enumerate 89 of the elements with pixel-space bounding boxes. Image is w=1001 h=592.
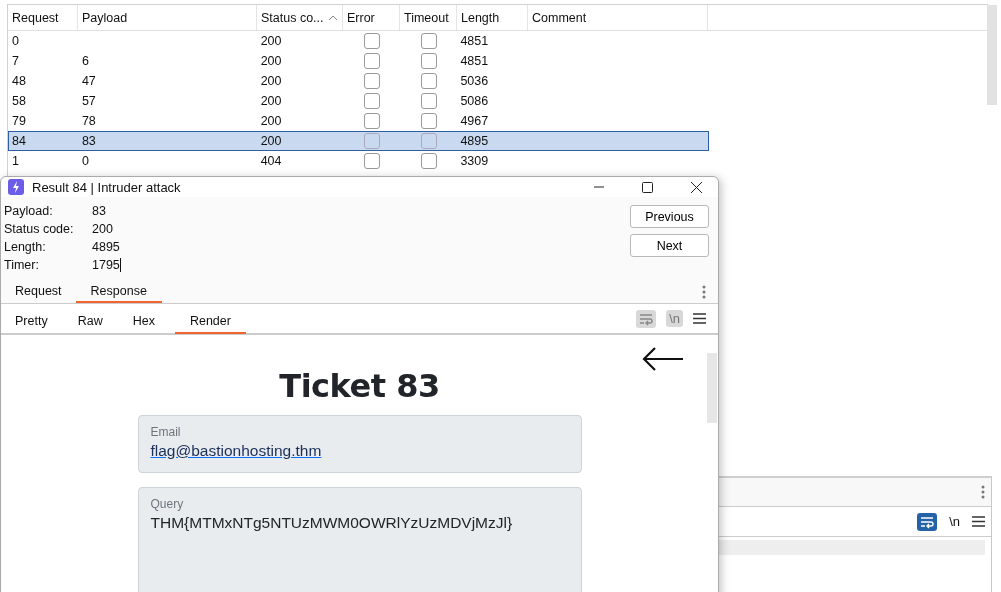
- table-cell: 5086: [460, 94, 489, 108]
- more-options-icon[interactable]: [702, 283, 706, 300]
- column-header[interactable]: Request: [8, 5, 78, 30]
- email-link[interactable]: flag@bastionhosting.thm: [150, 442, 322, 460]
- column-header[interactable]: Comment: [528, 5, 708, 30]
- tab[interactable]: Render: [174, 307, 246, 334]
- table-cell: 4851: [460, 54, 489, 68]
- word-wrap-icon[interactable]: [917, 512, 938, 531]
- table-cell: 1: [12, 154, 19, 168]
- checkbox[interactable]: [420, 53, 437, 69]
- column-header[interactable]: Timeout: [400, 5, 457, 30]
- table-cell: 200: [260, 94, 282, 108]
- field-label: Timer:: [4, 258, 40, 272]
- card-label: Email: [150, 425, 181, 439]
- card-value: THM{MTMxNTg5NTUzMWM0OWRlYzUzMDVjMzJl}: [150, 514, 513, 532]
- field-label: Payload:: [4, 204, 54, 218]
- table-cell: 200: [260, 114, 282, 128]
- table-cell: 78: [81, 114, 96, 128]
- newline-toggle[interactable]: \n: [949, 514, 960, 529]
- more-options-icon[interactable]: [981, 484, 985, 500]
- checkbox[interactable]: [364, 33, 380, 49]
- checkbox[interactable]: [420, 33, 437, 49]
- table-cell: 58: [12, 94, 26, 108]
- sort-caret-icon: [327, 14, 338, 21]
- field-value: 4895: [92, 240, 120, 254]
- close-icon[interactable]: [691, 181, 702, 193]
- table-cell: 404: [260, 154, 282, 168]
- table-cell: 5036: [460, 74, 489, 88]
- table-cell: 200: [260, 54, 282, 68]
- table-cell: 0: [12, 34, 19, 48]
- table-cell: 200: [260, 34, 282, 48]
- nav-button[interactable]: Next: [630, 234, 709, 257]
- table-cell: 200: [260, 134, 282, 148]
- maximize-icon[interactable]: [642, 181, 653, 193]
- tab[interactable]: Raw: [67, 307, 113, 334]
- field-value: 200: [92, 222, 113, 236]
- nav-button[interactable]: Previous: [630, 205, 709, 228]
- table-cell: 6: [81, 54, 89, 68]
- table-row[interactable]: 1 0 404 3309: [8, 151, 709, 171]
- table-cell: 57: [81, 94, 96, 108]
- field-value: 1795: [92, 258, 120, 272]
- back-arrow-icon[interactable]: [641, 345, 685, 373]
- menu-icon[interactable]: [693, 313, 706, 324]
- window-title: Result 84 | Intruder attack: [32, 179, 181, 195]
- checkbox[interactable]: [364, 113, 380, 129]
- table-cell: 48: [12, 74, 26, 88]
- card-label: Query: [150, 497, 184, 511]
- checkbox[interactable]: [364, 73, 380, 89]
- scrollbar-thumb[interactable]: [707, 353, 717, 423]
- checkbox[interactable]: [364, 153, 380, 169]
- table-cell: 4895: [460, 134, 489, 148]
- field-label: Status code:: [4, 222, 75, 236]
- menu-icon[interactable]: [972, 516, 985, 527]
- tab[interactable]: Pretty: [5, 307, 58, 334]
- checkbox[interactable]: [364, 133, 380, 149]
- table-row[interactable]: 48 47 200 5036: [8, 71, 709, 91]
- scrollbar-thumb[interactable]: [987, 5, 997, 105]
- checkbox[interactable]: [420, 133, 437, 149]
- word-wrap-icon[interactable]: [636, 309, 657, 328]
- table-cell: 83: [81, 134, 96, 148]
- field-label: Length:: [4, 240, 47, 254]
- checkbox[interactable]: [364, 53, 380, 69]
- column-header[interactable]: Length: [457, 5, 528, 30]
- page-heading: Ticket 83: [279, 367, 440, 405]
- table-cell: 79: [12, 114, 26, 128]
- table-row[interactable]: 58 57 200 5086: [8, 91, 709, 111]
- checkbox[interactable]: [420, 93, 437, 109]
- table-row[interactable]: 79 78 200 4967: [8, 111, 709, 131]
- table-cell: 47: [81, 74, 96, 88]
- column-header[interactable]: Status co...: [257, 5, 343, 30]
- checkbox[interactable]: [420, 73, 437, 89]
- table-row[interactable]: 0 200 4851: [8, 31, 709, 51]
- field-value: 83: [92, 204, 106, 218]
- column-header[interactable]: Payload: [78, 5, 257, 30]
- table-cell: 4967: [460, 114, 489, 128]
- table-cell: 7: [12, 54, 19, 68]
- table-cell: 200: [260, 74, 282, 88]
- table-cell: 3309: [460, 154, 489, 168]
- table-row[interactable]: 84 83 200 4895: [8, 131, 709, 151]
- tab[interactable]: Request: [5, 280, 72, 303]
- checkbox[interactable]: [364, 93, 380, 109]
- table-cell: 0: [81, 154, 89, 168]
- column-header[interactable]: Error: [343, 5, 400, 30]
- table-cell: 84: [12, 134, 26, 148]
- checkbox[interactable]: [420, 153, 437, 169]
- table-cell: 4851: [460, 34, 489, 48]
- tab[interactable]: Hex: [122, 307, 165, 334]
- table-row[interactable]: 7 6 200 4851: [8, 51, 709, 71]
- checkbox[interactable]: [420, 113, 437, 129]
